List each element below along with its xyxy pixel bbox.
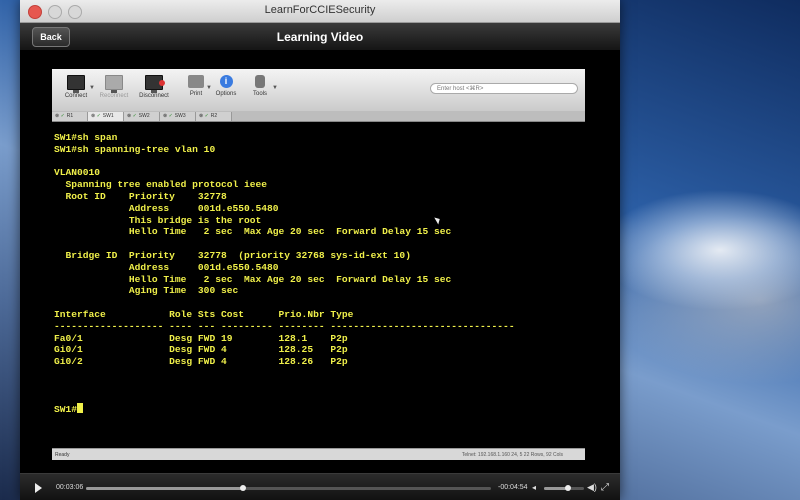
progress-slider[interactable] bbox=[86, 485, 491, 491]
printer-icon bbox=[188, 75, 204, 88]
terminal-line: Address 001d.e550.5480 bbox=[54, 202, 279, 214]
terminal-line: Bridge ID Priority 32778 (priority 32768… bbox=[54, 250, 411, 261]
volume-high-icon: ◀) bbox=[587, 482, 597, 492]
text-cursor bbox=[77, 403, 84, 414]
app-window: LearnForCCIESecurity Back Learning Video… bbox=[20, 0, 620, 500]
disconnect-button: Disconnect bbox=[132, 75, 176, 99]
play-icon[interactable] bbox=[35, 483, 42, 493]
session-tabs: ⊗ ✓ R1 ⊗ ✓ SW1 ⊗ ✓ SW2 ⊗ ✓ SW3 ⊗ ✓ R2 bbox=[52, 111, 585, 122]
options-label: Options bbox=[215, 91, 237, 97]
tab-label: R2 bbox=[210, 113, 218, 119]
video-frame-terminal-app: Connect ▼ Reconnect Disconnect Print ▼ i… bbox=[52, 69, 585, 460]
terminal-line: Hello Time 2 sec Max Age 20 sec Forward … bbox=[54, 226, 452, 238]
app-toolbar: Connect ▼ Reconnect Disconnect Print ▼ i… bbox=[52, 69, 585, 112]
volume-low-icon: ◂ bbox=[532, 483, 537, 492]
disconnect-icon bbox=[145, 75, 165, 93]
fullscreen-icon[interactable]: ⤢ bbox=[601, 482, 609, 493]
info-icon: i bbox=[219, 75, 233, 88]
tab-label: SW1 bbox=[102, 113, 114, 119]
title-bar[interactable]: LearnForCCIESecurity bbox=[20, 0, 620, 23]
terminal-line: Gi0/2 Desg FWD 4 128.26 P2p bbox=[54, 356, 348, 368]
terminal-line: SW1#sh spanning-tree vlan 10 bbox=[54, 143, 216, 155]
terminal-line: Fa0/1 Desg FWD 19 128.1 P2p bbox=[54, 332, 348, 344]
print-label: Print bbox=[189, 91, 203, 97]
disconnect-label: Disconnect bbox=[139, 93, 169, 99]
volume-knob[interactable] bbox=[565, 485, 571, 491]
tab-r2: ⊗ ✓ R2 bbox=[196, 112, 232, 121]
terminal-line: ------------------- ---- --- --------- -… bbox=[54, 320, 515, 332]
connect-label: Connect bbox=[64, 93, 88, 99]
player-controls: 00:03:06 -00:04:54 ◂ ◀) ⤢ bbox=[20, 473, 620, 500]
terminal-line: Interface Role Sts Cost Prio.Nbr Type bbox=[54, 309, 354, 320]
reconnect-label: Reconnect bbox=[99, 93, 129, 99]
terminal-line: Gi0/1 Desg FWD 4 128.25 P2p bbox=[54, 344, 348, 356]
terminal-line: Root ID Priority 32778 bbox=[54, 191, 227, 202]
video-area[interactable]: Connect ▼ Reconnect Disconnect Print ▼ i… bbox=[20, 51, 620, 472]
tab-r1: ⊗ ✓ R1 bbox=[52, 112, 88, 121]
prompt-text: SW1# bbox=[54, 404, 78, 416]
terminal-prompt: SW1# bbox=[54, 403, 84, 416]
volume-slider[interactable] bbox=[544, 485, 584, 491]
terminal-line: Address 001d.e550.5480 bbox=[54, 261, 279, 273]
terminal-line: Spanning tree enabled protocol ieee bbox=[54, 179, 268, 191]
current-time: 00:03:06 bbox=[56, 484, 84, 491]
tab-label: SW3 bbox=[174, 113, 186, 119]
checkmark-icon: ✓ bbox=[168, 113, 173, 119]
terminal-line: SW1#sh span bbox=[54, 132, 118, 143]
monitor-icon bbox=[67, 75, 85, 93]
status-ready: Ready bbox=[55, 452, 70, 458]
tab-sw3: ⊗ ✓ SW3 bbox=[160, 112, 196, 121]
checkmark-icon: ✓ bbox=[132, 113, 137, 119]
progress-knob[interactable] bbox=[240, 485, 247, 491]
status-connection: Telnet: 192.168.1.160 24, 5 22 Rows, 92 … bbox=[461, 452, 563, 458]
nav-bar: Back Learning Video bbox=[20, 23, 620, 51]
host-search-field: Enter host <⌘R> bbox=[430, 83, 578, 94]
progress-fill bbox=[86, 487, 244, 490]
reconnect-button: Reconnect bbox=[92, 75, 136, 99]
terminal-line: Aging Time 300 sec bbox=[54, 285, 239, 297]
reconnect-icon bbox=[105, 75, 123, 93]
checkmark-icon: ✓ bbox=[204, 113, 209, 119]
chevron-down-icon: ▼ bbox=[272, 85, 278, 91]
checkmark-icon: ✓ bbox=[96, 113, 101, 119]
tab-label: R1 bbox=[66, 113, 74, 119]
tools-icon bbox=[255, 75, 265, 88]
tab-sw1: ⊗ ✓ SW1 bbox=[88, 112, 124, 121]
remaining-time: -00:04:54 bbox=[498, 484, 528, 491]
terminal-line: This bridge is the root bbox=[54, 214, 262, 226]
terminal-line: VLAN0010 bbox=[54, 167, 101, 179]
terminal-output: SW1#sh span SW1#sh spanning-tree vlan 10 V… bbox=[52, 122, 585, 448]
page-title: Learning Video bbox=[276, 30, 364, 44]
terminal-line: Hello Time 2 sec Max Age 20 sec Forward … bbox=[54, 273, 452, 285]
window-title: LearnForCCIESecurity bbox=[264, 4, 376, 16]
tab-label: SW2 bbox=[138, 113, 150, 119]
tools-label: Tools bbox=[252, 91, 267, 97]
checkmark-icon: ✓ bbox=[60, 113, 65, 119]
app-status-bar: Ready Telnet: 192.168.1.160 24, 5 22 Row… bbox=[52, 448, 585, 460]
tab-sw2: ⊗ ✓ SW2 bbox=[124, 112, 160, 121]
